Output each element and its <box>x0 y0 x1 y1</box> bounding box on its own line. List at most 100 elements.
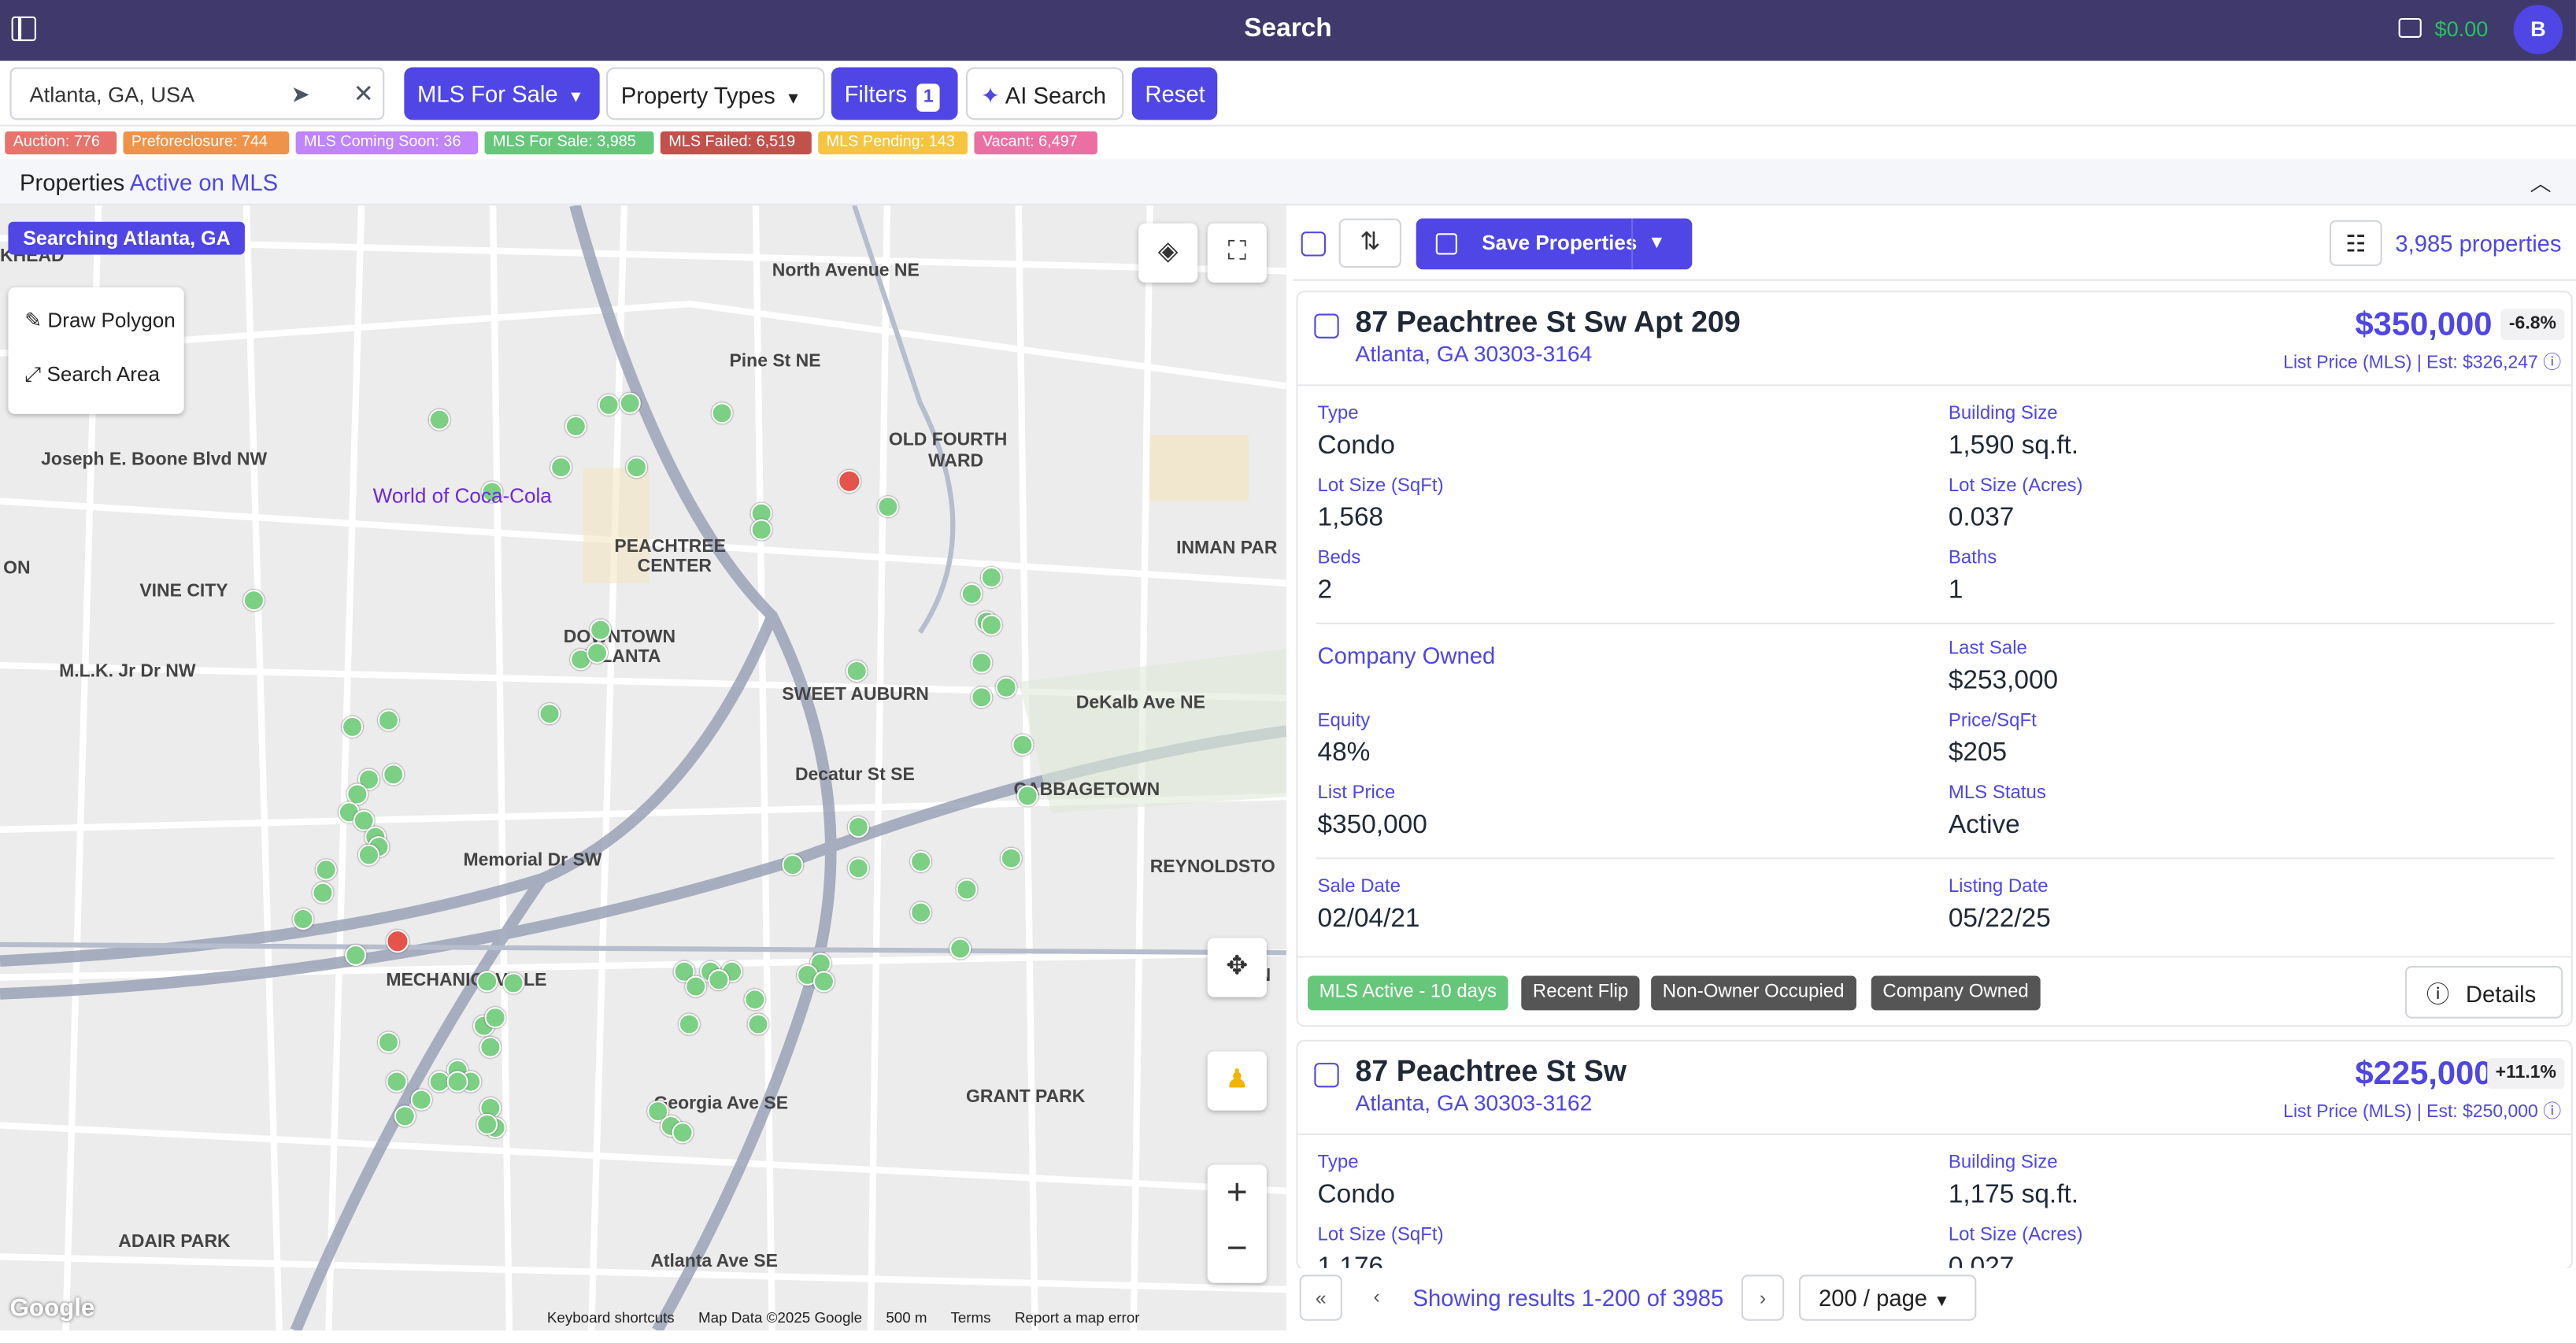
page-size-select[interactable]: 200 / page ▼ <box>1798 1275 1977 1321</box>
property-pin[interactable] <box>446 1071 468 1093</box>
save-properties-button[interactable]: Save Properties ▼ <box>1416 218 1693 270</box>
status-chip-auction[interactable]: Auction: 776 <box>5 131 117 155</box>
property-pin[interactable] <box>315 859 337 881</box>
property-pin[interactable] <box>476 971 498 993</box>
report-map-error-link[interactable]: Report a map error <box>1015 1309 1140 1326</box>
property-pin[interactable] <box>847 816 869 838</box>
layers-icon[interactable]: ◈ <box>1138 223 1198 283</box>
property-card[interactable]: 87 Peachtree St Sw Atlanta, GA 30303-316… <box>1296 1039 2573 1271</box>
property-pin[interactable] <box>476 1113 498 1135</box>
property-pin[interactable] <box>750 519 772 541</box>
filters-button[interactable]: Filters 1 <box>831 67 958 120</box>
property-pin[interactable] <box>312 882 334 904</box>
property-pin[interactable] <box>242 590 265 612</box>
select-all-checkbox[interactable] <box>1301 231 1326 257</box>
property-pin-alert[interactable] <box>838 469 861 494</box>
property-pin-alert[interactable] <box>386 930 409 953</box>
property-pin[interactable] <box>428 409 450 431</box>
property-pin[interactable] <box>672 1122 694 1144</box>
property-pin[interactable] <box>960 583 983 605</box>
property-pin[interactable] <box>539 703 561 725</box>
property-pin[interactable] <box>479 1036 502 1058</box>
property-types-dropdown[interactable]: Property Types ▼ <box>605 67 825 120</box>
property-pin[interactable] <box>590 619 612 641</box>
reset-button[interactable]: Reset <box>1131 67 1218 120</box>
collapse-chevron-icon[interactable]: ︿ <box>2530 166 2552 198</box>
property-pin[interactable] <box>812 971 835 993</box>
property-pin[interactable] <box>744 989 766 1011</box>
property-pin[interactable] <box>377 709 400 731</box>
property-pin[interactable] <box>708 969 730 991</box>
listing-status-dropdown[interactable]: MLS For Sale ▼ <box>404 67 600 120</box>
map-canvas[interactable] <box>0 205 1286 1331</box>
camera-control-icon[interactable]: ✥ <box>1207 938 1267 997</box>
info-icon[interactable]: ⓘ <box>2543 353 2561 373</box>
poi-label[interactable]: World of Coca-Cola <box>373 485 552 508</box>
zoom-out-button[interactable]: − <box>1208 1220 1267 1276</box>
location-search-field[interactable]: Atlanta, GA, USA ➤ ✕ <box>9 67 385 120</box>
keyboard-shortcuts-link[interactable]: Keyboard shortcuts <box>547 1309 675 1326</box>
property-pin[interactable] <box>564 415 587 438</box>
ai-search-button[interactable]: ✦ AI Search <box>965 67 1124 120</box>
property-pin[interactable] <box>394 1105 416 1127</box>
terms-link[interactable]: Terms <box>950 1309 990 1326</box>
property-pin[interactable] <box>586 642 609 664</box>
property-pin[interactable] <box>383 764 405 786</box>
property-pin[interactable] <box>980 614 1002 636</box>
property-pin[interactable] <box>410 1089 432 1111</box>
property-pin[interactable] <box>292 908 314 930</box>
property-pin[interactable] <box>357 844 380 866</box>
list-view-icon[interactable]: ☷ <box>2329 220 2382 267</box>
status-chip-vacant[interactable]: Vacant: 6,497 <box>974 131 1097 155</box>
status-chip-mls-for-sale[interactable]: MLS For Sale: 3,985 <box>484 131 654 155</box>
property-pin[interactable] <box>910 901 932 923</box>
property-card[interactable]: 87 Peachtree St Sw Apt 209 Atlanta, GA 3… <box>1296 290 2573 1027</box>
map-view[interactable]: North Avenue NE Pine St NE OLD FOURTH WARD P… <box>0 205 1286 1331</box>
property-address[interactable]: 87 Peachtree St Sw Apt 209 <box>1356 305 1741 340</box>
property-pin[interactable] <box>342 716 364 738</box>
property-pin[interactable] <box>685 975 707 997</box>
property-pin[interactable] <box>910 850 932 873</box>
draw-polygon-button[interactable]: ✎ Draw Polygon <box>24 307 176 331</box>
status-chip-mls-pending[interactable]: MLS Pending: 143 <box>818 131 968 155</box>
property-pin[interactable] <box>619 392 641 414</box>
property-city[interactable]: Atlanta, GA 30303-3162 <box>1356 1091 1593 1115</box>
details-button[interactable]: ⓘ Details <box>2404 965 2563 1019</box>
property-pin[interactable] <box>386 1071 408 1093</box>
avatar[interactable]: B <box>2513 5 2563 54</box>
property-city[interactable]: Atlanta, GA 30303-3164 <box>1356 342 1593 366</box>
property-pin[interactable] <box>995 676 1017 698</box>
clear-location-icon[interactable]: ✕ <box>353 79 374 108</box>
locate-arrow-icon[interactable]: ➤ <box>291 80 309 108</box>
sort-button[interactable]: ⇅ <box>1338 218 1401 268</box>
property-pin[interactable] <box>1016 785 1038 807</box>
property-address[interactable]: 87 Peachtree St Sw <box>1356 1055 1627 1090</box>
property-pin[interactable] <box>1000 847 1022 869</box>
location-input[interactable]: Atlanta, GA, USA <box>30 82 195 106</box>
property-pin[interactable] <box>678 1013 700 1035</box>
property-pin[interactable] <box>502 972 524 994</box>
next-page-button[interactable]: › <box>1741 1275 1785 1321</box>
property-pin[interactable] <box>711 402 733 424</box>
status-chip-mls-coming-soon[interactable]: MLS Coming Soon: 36 <box>295 131 479 155</box>
zoom-in-button[interactable]: + <box>1208 1164 1267 1220</box>
wallet-icon[interactable] <box>2398 17 2422 38</box>
search-area-button[interactable]: ⤢ Search Area <box>24 363 160 387</box>
property-checkbox[interactable] <box>1314 313 1339 339</box>
property-pin[interactable] <box>345 944 367 966</box>
property-pin[interactable] <box>747 1013 769 1035</box>
property-checkbox[interactable] <box>1314 1063 1339 1088</box>
wallet-balance[interactable]: $0.00 <box>2434 17 2488 41</box>
property-pin[interactable] <box>877 496 899 518</box>
property-pin[interactable] <box>980 566 1002 589</box>
property-pin[interactable] <box>377 1031 400 1053</box>
property-pin[interactable] <box>626 457 648 479</box>
fullscreen-icon[interactable]: ⛶ <box>1207 223 1267 283</box>
property-pin[interactable] <box>846 660 868 682</box>
prev-page-button[interactable]: ‹ <box>1356 1275 1398 1320</box>
property-pin[interactable] <box>1012 734 1034 756</box>
chevron-down-icon[interactable]: ▼ <box>1648 219 1666 270</box>
property-pin[interactable] <box>782 854 804 876</box>
property-pin[interactable] <box>956 879 978 901</box>
status-chip-preforeclosure[interactable]: Preforeclosure: 744 <box>123 131 290 155</box>
